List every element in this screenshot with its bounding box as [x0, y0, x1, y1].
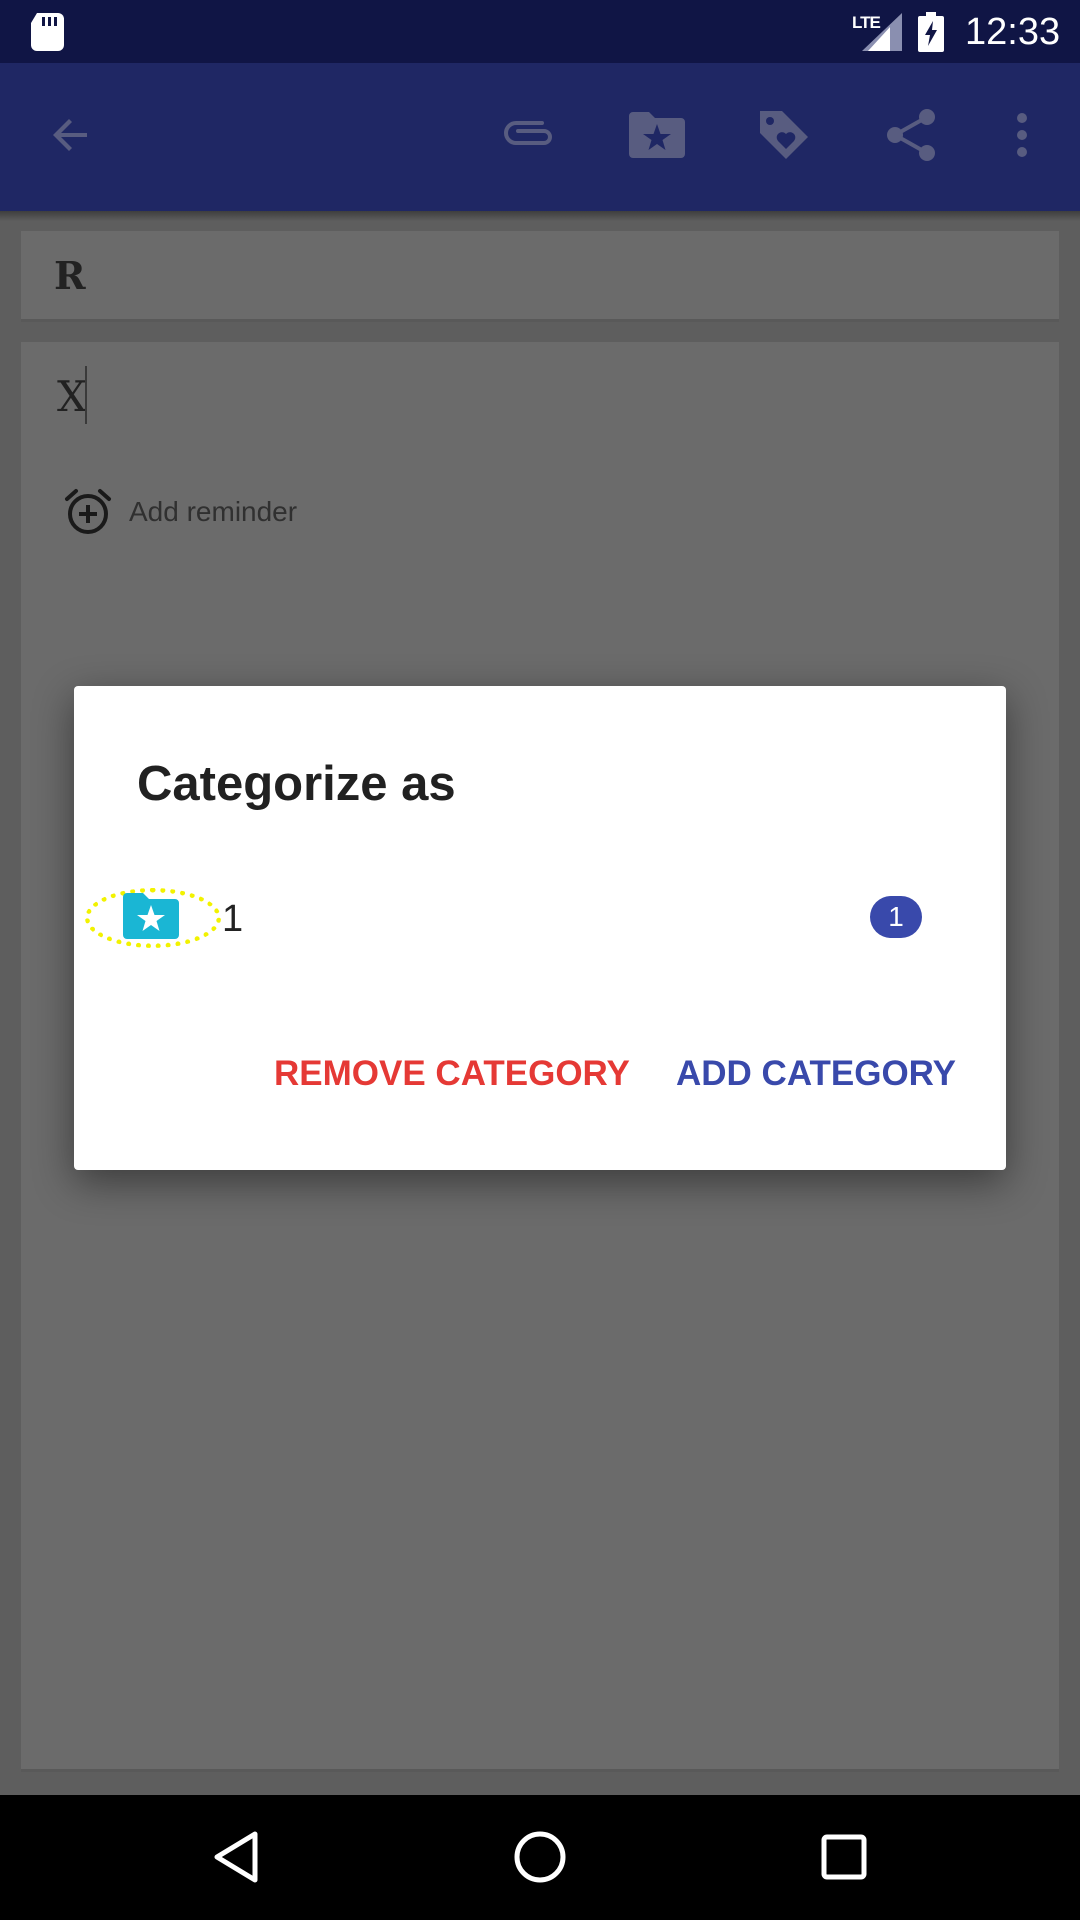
back-triangle-icon[interactable]	[201, 1822, 271, 1892]
note-title[interactable]: R	[54, 253, 86, 298]
share-icon[interactable]	[879, 103, 943, 167]
category-count-badge: 1	[870, 896, 922, 938]
sd-card-icon	[31, 13, 64, 51]
status-bar: LTE 12:33	[0, 0, 1080, 63]
back-arrow-icon[interactable]	[39, 103, 103, 167]
attachment-icon[interactable]	[498, 103, 562, 167]
home-circle-icon[interactable]	[505, 1822, 575, 1892]
add-reminder-row[interactable]: Add reminder	[63, 487, 297, 537]
battery-charging-icon	[918, 12, 944, 52]
toolbar	[0, 63, 1080, 211]
note-title-card[interactable]: R	[21, 231, 1059, 322]
clock: 12:33	[965, 11, 1061, 53]
category-list-item[interactable]: 1 1	[74, 886, 1006, 986]
navigation-bar	[0, 1795, 1080, 1920]
text-cursor	[85, 366, 87, 424]
category-name: 1	[222, 898, 244, 940]
dialog-title: Categorize as	[137, 757, 456, 811]
more-options-icon[interactable]	[990, 103, 1054, 167]
signal-icon	[862, 13, 902, 51]
toolbar-shadow	[0, 211, 1080, 221]
categorize-dialog: Categorize as 1 1 REMOVE CATEGORY ADD CA…	[74, 686, 1006, 1170]
note-content-text[interactable]: X	[57, 372, 87, 421]
alarm-add-icon	[65, 489, 111, 534]
recents-square-icon[interactable]	[809, 1822, 879, 1892]
remove-category-button[interactable]: REMOVE CATEGORY	[274, 1054, 630, 1094]
category-folder-icon[interactable]	[625, 103, 689, 167]
category-folder-icon	[123, 893, 179, 939]
tag-icon[interactable]	[752, 103, 816, 167]
add-category-button[interactable]: ADD CATEGORY	[676, 1054, 956, 1094]
add-reminder-label: Add reminder	[129, 496, 298, 527]
